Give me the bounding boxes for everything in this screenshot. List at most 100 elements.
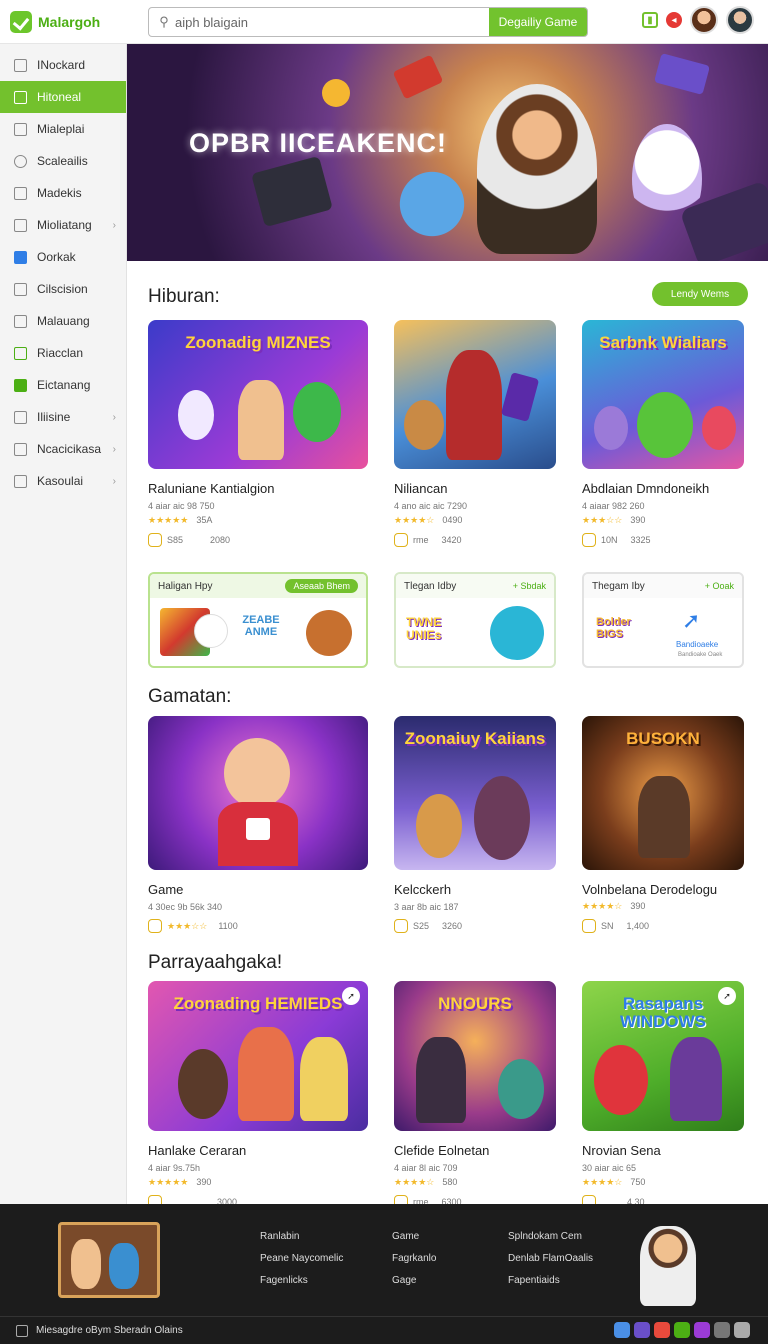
social-icon[interactable]	[674, 1322, 690, 1338]
thumbnail-logo-text: Zoonadig MIZNES	[185, 333, 331, 352]
sidebar-item-inockard[interactable]: INockard	[0, 49, 126, 81]
square-icon	[14, 282, 27, 296]
record-icon[interactable]: ◂	[666, 12, 682, 28]
game-meta: 4 30ec 9b 56k 340	[148, 902, 223, 912]
game-footer: ★★★☆☆ 1100	[148, 919, 368, 933]
character-figure	[109, 1243, 139, 1289]
sidebar-item-label: INockard	[37, 58, 86, 72]
user-avatar[interactable]	[690, 6, 718, 34]
badge-icon	[582, 533, 596, 547]
promo-title: Haligan Hpy	[158, 580, 213, 592]
game-thumbnail: Zoonaiuy Kaiians	[394, 716, 556, 870]
game-title: Volnbelana Derodelogu	[582, 882, 718, 897]
footer-link[interactable]: Peane Naycomelic	[260, 1248, 343, 1270]
game-card[interactable]: NNOURS Clefide Eolnetan 4 aiar 8l aic 70…	[394, 981, 556, 1209]
sidebar-item-ncacicikasa[interactable]: Ncacicikasa ›	[0, 433, 126, 465]
square-icon	[14, 410, 27, 424]
hero-banner[interactable]: OPBR IICEAKENC!	[127, 44, 768, 261]
phone-icon	[500, 372, 540, 422]
social-icon[interactable]	[734, 1322, 750, 1338]
footer-link[interactable]: Game	[392, 1226, 436, 1248]
sidebar-item-iliisine[interactable]: Iliisine ›	[0, 401, 126, 433]
brand-logo[interactable]: Malargoh	[10, 10, 140, 33]
promo-card[interactable]: Haligan Hpy Aseaab Bhem ZEABE ANME	[148, 572, 368, 668]
social-icon[interactable]	[694, 1322, 710, 1338]
sidebar-item-mialeplai[interactable]: Mialeplai	[0, 113, 126, 145]
game-title: Raluniane Kantialgion	[148, 481, 275, 496]
sidebar-item-mioliatang[interactable]: Mioliatang ›	[0, 209, 126, 241]
sidebar-item-label: Ncacicikasa	[37, 442, 102, 456]
share-icon[interactable]: ➚	[342, 987, 360, 1005]
rating-stars: ★★★★☆	[582, 901, 623, 911]
game-card[interactable]: Zoonading HEMIEDS ➚ Hanlake Ceraran 4 ai…	[148, 981, 368, 1209]
promo-tag[interactable]: + Sbdak	[513, 581, 546, 591]
social-icon[interactable]	[634, 1322, 650, 1338]
search-input[interactable]	[175, 8, 489, 36]
promo-logo: TWNE UNIEs	[406, 615, 442, 642]
rating-count: 580	[442, 1177, 458, 1187]
footer-link[interactable]: Gage	[392, 1270, 436, 1292]
sidebar-item-malauang[interactable]: Malauang	[0, 305, 126, 337]
game-card[interactable]: Zoonadig MIZNES Raluniane Kantialgion 4 …	[148, 320, 368, 547]
game-card[interactable]: Game 4 30ec 9b 56k 340 ★★★☆☆ 1100	[148, 716, 368, 933]
rating-stars: ★★★☆☆	[167, 920, 208, 931]
foot-label: S25	[413, 921, 430, 931]
search-button[interactable]: Degailiy Game	[489, 8, 587, 36]
footer-link[interactable]: Fagrkanlo	[392, 1248, 436, 1270]
game-card[interactable]: BUSOKN Volnbelana Derodelogu ★★★★☆ 390 SN…	[582, 716, 744, 933]
promo-title: Thegam Iby	[592, 580, 645, 592]
promo-card[interactable]: Thegam Iby + Ooak Bolder BIGS ➚ Bandioaek…	[582, 572, 744, 668]
view-more-button[interactable]: Lendy Wems	[652, 282, 748, 306]
character-figure	[238, 1027, 294, 1121]
sidebar-item-riacclan[interactable]: Riacclan	[0, 337, 126, 369]
game-rating: ★★★★☆ 0490	[394, 515, 556, 526]
grid-icon[interactable]: ▮	[642, 12, 658, 28]
sidebar-item-madekis[interactable]: Madekis	[0, 177, 126, 209]
footer-character	[640, 1226, 696, 1306]
sidebar-item-label: Malauang	[37, 314, 90, 328]
footer-link[interactable]: Ranlabin	[260, 1226, 343, 1248]
chevron-right-icon: ›	[112, 475, 116, 487]
footer-link[interactable]: Fapentiaids	[508, 1270, 593, 1292]
promo-tag[interactable]: + Ooak	[705, 581, 734, 591]
share-icon[interactable]: ➚	[718, 987, 736, 1005]
thumbnail-logo-text: NNOURS	[438, 994, 512, 1013]
footer-link[interactable]: Denlab FlamOaalis	[508, 1248, 593, 1270]
social-icon[interactable]	[714, 1322, 730, 1338]
social-icon[interactable]	[614, 1322, 630, 1338]
promo-tag[interactable]: Aseaab Bhem	[285, 579, 358, 593]
sidebar-item-hitoneal[interactable]: Hitoneal	[0, 81, 126, 113]
character-figure	[71, 1239, 101, 1289]
square-icon	[16, 1324, 28, 1337]
promo-card[interactable]: Tlegan Idby + Sbdak TWNE UNIEs	[394, 572, 556, 668]
social-icon[interactable]	[654, 1322, 670, 1338]
user-avatar-alt[interactable]	[726, 6, 754, 34]
game-title: Abdlaian Dmndoneikh	[582, 481, 710, 496]
blue-square-icon	[14, 250, 27, 264]
game-card[interactable]: Niliancan 4 ano aic aic 7290 ★★★★☆ 0490 r…	[394, 320, 556, 547]
sidebar-item-kasoulai[interactable]: Kasoulai ›	[0, 465, 126, 497]
sidebar-item-eictanang[interactable]: Eictanang	[0, 369, 126, 401]
sidebar-item-cilscision[interactable]: Cilscision	[0, 273, 126, 305]
promo-sub-logo: Bandioaeke	[676, 640, 719, 649]
sidebar-item-oorkak[interactable]: Oorkak	[0, 241, 126, 273]
badge-icon	[148, 919, 162, 933]
square-icon	[14, 58, 27, 72]
chevron-right-icon: ›	[112, 443, 116, 455]
game-rating: ★★★★☆ 580	[394, 1177, 556, 1188]
square-icon	[14, 218, 27, 232]
game-card[interactable]: Zoonaiuy Kaiians Kelcckerh 3 aar 8b aic …	[394, 716, 556, 933]
hero-title: OPBR IICEAKENC!	[189, 128, 448, 158]
game-title: Game	[148, 882, 184, 897]
footer-link[interactable]: Splndokam Cem	[508, 1226, 593, 1248]
sidebar-item-scaleailis[interactable]: Scaleailis	[0, 145, 126, 177]
sidebar-item-label: Riacclan	[37, 346, 84, 360]
game-thumbnail: Zoonading HEMIEDS ➚	[148, 981, 368, 1131]
footer-link[interactable]: Fagenlicks	[260, 1270, 343, 1292]
character-figure	[293, 382, 341, 442]
game-thumbnail	[148, 716, 368, 870]
game-card[interactable]: Rasapans WINDOWS ➚ Nrovian Sena 30 aiar …	[582, 981, 744, 1209]
game-card[interactable]: Sarbnk Wialiars Abdlaian Dmndoneikh 4 ai…	[582, 320, 744, 547]
thumbnail-logo-text: Zoonaiuy Kaiians	[404, 729, 546, 748]
hero-character-man	[477, 84, 597, 254]
